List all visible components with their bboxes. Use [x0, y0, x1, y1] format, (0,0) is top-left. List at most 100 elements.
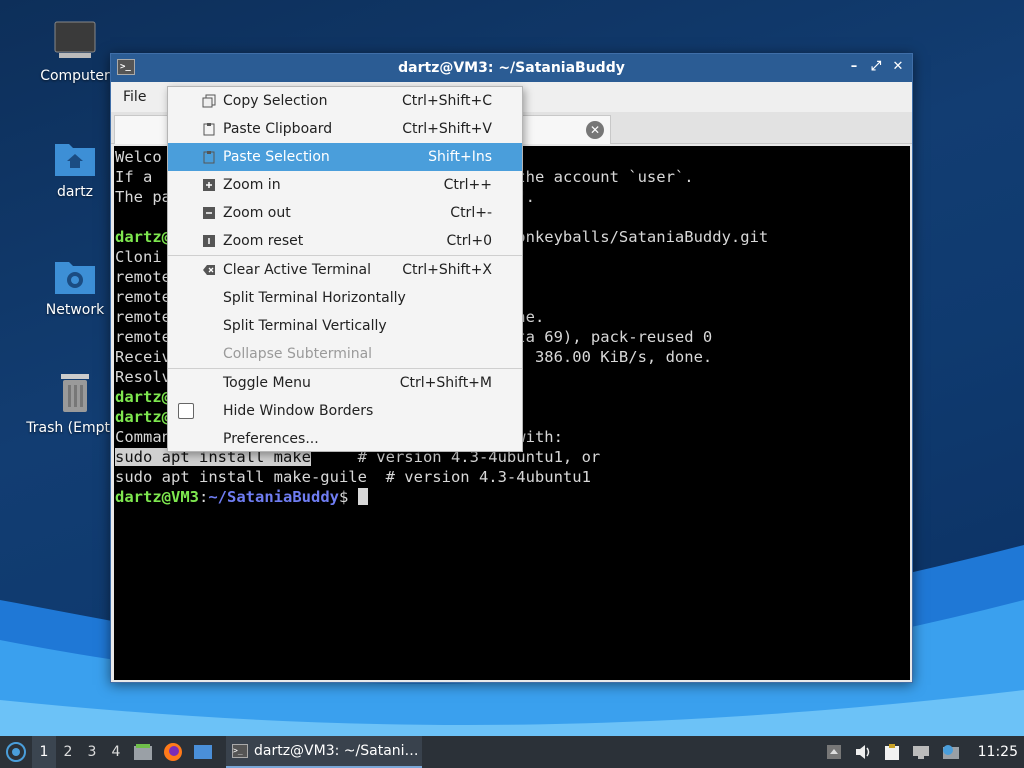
file-manager-launcher[interactable] [128, 736, 158, 768]
terminal-text: : [199, 488, 209, 506]
menu-item-zoom-out[interactable]: Zoom out Ctrl+- [168, 199, 522, 227]
terminal-cursor [357, 488, 368, 505]
workspace-1[interactable]: 1 [32, 736, 56, 768]
terminal-text: Comman [115, 428, 171, 446]
terminal-text: dartz@ [115, 408, 171, 426]
start-menu-button[interactable] [0, 736, 32, 768]
menu-item-label: Clear Active Terminal [223, 262, 371, 278]
menu-item-shortcut: Ctrl+Shift+C [402, 93, 492, 109]
computer-icon [54, 21, 96, 58]
zoom-reset-icon [202, 234, 216, 248]
menu-item-label: Copy Selection [223, 93, 328, 109]
volume-icon[interactable] [854, 744, 872, 760]
minimize-button[interactable]: – [846, 58, 862, 76]
workspace-3[interactable]: 3 [80, 736, 104, 768]
menu-item-shortcut: Ctrl+Shift+X [402, 262, 492, 278]
checkbox-icon[interactable] [178, 403, 194, 419]
menu-item-shortcut: Ctrl+0 [446, 233, 492, 249]
terminal-text: remote [115, 288, 171, 306]
clipboard-icon[interactable] [884, 743, 900, 761]
menu-item-label: Paste Selection [223, 149, 330, 165]
menu-item-label: Hide Window Borders [223, 403, 374, 419]
terminal-text: ~/SataniaBuddy [208, 488, 339, 506]
close-button[interactable]: ✕ [890, 58, 906, 76]
network-icon[interactable] [912, 744, 930, 760]
menu-item-label: Split Terminal Vertically [223, 318, 387, 334]
menu-item-hide-window-borders[interactable]: Hide Window Borders [168, 397, 522, 425]
home-folder-icon [55, 144, 95, 176]
paste-icon [202, 150, 216, 164]
maximize-button[interactable]: ⤢ [868, 58, 884, 76]
tab-close-icon[interactable]: ✕ [586, 121, 604, 139]
menu-item-label: Collapse Subterminal [223, 346, 373, 362]
menu-item-shortcut: Ctrl+Shift+V [402, 121, 492, 137]
update-notifier-icon[interactable] [942, 744, 960, 760]
context-menu: Copy Selection Ctrl+Shift+C Paste Clipboar… [167, 86, 523, 452]
menu-item-split-terminal-horizontally[interactable]: Split Terminal Horizontally [168, 284, 522, 312]
menu-item-paste-selection[interactable]: Paste Selection Shift+Ins [168, 143, 522, 171]
terminal-app-icon: >_ [117, 59, 135, 75]
show-desktop-icon [194, 745, 212, 759]
eject-icon[interactable] [826, 744, 842, 760]
menu-item-shortcut: Ctrl+- [450, 205, 492, 221]
menu-item-preferences[interactable]: Preferences... [168, 425, 522, 453]
system-tray: 11:25 [826, 736, 1024, 768]
zoom-in-icon [202, 178, 216, 192]
terminal-task-icon: >_ [232, 744, 248, 758]
firefox-icon [164, 743, 182, 761]
menu-item-clear-active-terminal[interactable]: Clear Active Terminal Ctrl+Shift+X [168, 256, 522, 284]
menu-item-toggle-menu[interactable]: Toggle Menu Ctrl+Shift+M [168, 369, 522, 397]
terminal-text: dartz@VM3 [115, 488, 199, 506]
terminal-text: The pa [115, 188, 171, 206]
terminal-text: Welco [115, 148, 162, 166]
terminal-text: remote [115, 268, 171, 286]
terminal-text: Receiv [115, 348, 171, 366]
menu-item-paste-clipboard[interactable]: Paste Clipboard Ctrl+Shift+V [168, 115, 522, 143]
menu-item-shortcut: Ctrl++ [443, 177, 492, 193]
terminal-text: Cloni [115, 248, 162, 266]
menu-item-label: Toggle Menu [223, 375, 311, 391]
taskbar-item-label: dartz@VM3: ~/Satani… [254, 743, 419, 759]
copy-icon [202, 94, 216, 108]
show-desktop-launcher[interactable] [188, 736, 218, 768]
menu-item-copy-selection[interactable]: Copy Selection Ctrl+Shift+C [168, 87, 522, 115]
menu-item-shortcut: Ctrl+Shift+M [399, 375, 492, 391]
window-titlebar[interactable]: >_ dartz@VM3: ~/SataniaBuddy – ⤢ ✕ [111, 54, 912, 82]
workspace-2[interactable]: 2 [56, 736, 80, 768]
file-manager-icon [134, 744, 152, 760]
terminal-line: sudo apt install make-guile # version 4.… [115, 467, 910, 487]
taskbar-item-terminal[interactable]: >_ dartz@VM3: ~/Satani… [226, 736, 422, 768]
terminal-text: remote [115, 328, 171, 346]
menu-item-label: Zoom out [223, 205, 291, 221]
terminal-text: If a [115, 168, 162, 186]
lubuntu-logo-icon [6, 742, 26, 762]
trash-icon [61, 374, 89, 412]
menu-item-shortcut: Shift+Ins [428, 149, 492, 165]
clear-icon [202, 263, 216, 277]
terminal-text: sudo apt install make-guile # version 4.… [115, 468, 591, 486]
window-title: dartz@VM3: ~/SataniaBuddy [398, 60, 625, 76]
menu-file[interactable]: File [117, 87, 152, 107]
menu-item-label: Zoom in [223, 177, 281, 193]
firefox-launcher[interactable] [158, 736, 188, 768]
clock[interactable]: 11:25 [978, 744, 1018, 760]
terminal-text: dartz@ [115, 388, 171, 406]
menu-item-label: Paste Clipboard [223, 121, 333, 137]
menu-item-label: Zoom reset [223, 233, 304, 249]
terminal-text: remote [115, 308, 171, 326]
menu-item-collapse-subterminal: Collapse Subterminal [168, 340, 522, 368]
zoom-out-icon [202, 206, 216, 220]
taskbar: 1 2 3 4 >_ dartz@VM3: ~/Satani… 11:25 [0, 736, 1024, 768]
workspace-4[interactable]: 4 [104, 736, 128, 768]
menu-item-label: Preferences... [223, 431, 319, 447]
terminal-text: dartz@ [115, 228, 171, 246]
terminal-text: Resolv [115, 368, 171, 386]
menu-item-label: Split Terminal Horizontally [223, 290, 406, 306]
menu-item-split-terminal-vertically[interactable]: Split Terminal Vertically [168, 312, 522, 340]
paste-icon [202, 122, 216, 136]
menu-item-zoom-reset[interactable]: Zoom reset Ctrl+0 [168, 227, 522, 255]
menu-item-zoom-in[interactable]: Zoom in Ctrl++ [168, 171, 522, 199]
terminal-text: $ [339, 488, 358, 506]
terminal-line: dartz@VM3:~/SataniaBuddy$ [115, 487, 910, 507]
network-folder-icon [55, 262, 95, 294]
